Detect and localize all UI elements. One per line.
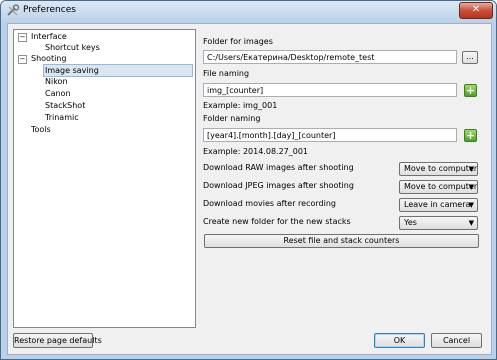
new-folder-stacks-select[interactable]: Yes ▼: [399, 216, 478, 230]
movies-download-label: Download movies after recording: [203, 199, 336, 208]
raw-download-select[interactable]: Move to computer ▼: [399, 162, 478, 176]
chevron-down-icon: ▼: [468, 165, 474, 173]
raw-download-value: Move to computer: [404, 164, 478, 173]
movies-download-select[interactable]: Leave in camera ▼: [399, 198, 478, 212]
tree-item-trinamic[interactable]: Trinamic: [45, 112, 79, 123]
cancel-button[interactable]: Cancel: [431, 333, 482, 348]
add-folder-token-button[interactable]: +: [464, 129, 477, 142]
raw-download-label: Download RAW images after shooting: [203, 163, 354, 172]
preferences-window: Preferences ✕ − Interface Shortcut keys …: [0, 0, 497, 360]
add-icon: +: [465, 84, 476, 97]
folder-label: Folder for images: [203, 37, 273, 46]
new-folder-stacks-label: Create new folder for the new stacks: [203, 217, 351, 226]
tree-item-shortcut-keys[interactable]: Shortcut keys: [45, 42, 100, 53]
chevron-down-icon: ▼: [468, 183, 474, 191]
chevron-down-icon: ▼: [468, 219, 474, 227]
reset-counters-button[interactable]: Reset file and stack counters: [204, 234, 479, 248]
tree-item-tools[interactable]: Tools: [31, 124, 51, 135]
tree-item-canon[interactable]: Canon: [45, 88, 71, 99]
add-file-token-button[interactable]: +: [464, 84, 477, 97]
folder-naming-label: Folder naming: [203, 114, 261, 123]
jpeg-download-select[interactable]: Move to computer ▼: [399, 180, 478, 194]
file-naming-input[interactable]: img_[counter]: [203, 83, 457, 97]
jpeg-download-label: Download JPEG images after shooting: [203, 181, 354, 190]
restore-defaults-button[interactable]: Restore page defaults: [13, 333, 102, 348]
tree-item-nikon[interactable]: Nikon: [45, 76, 68, 87]
movies-download-value: Leave in camera: [404, 200, 471, 209]
jpeg-download-value: Move to computer: [404, 182, 478, 191]
folder-naming-input[interactable]: [year4].[month].[day]_[counter]: [203, 128, 457, 142]
folder-naming-example: Example: 2014.08.27_001: [203, 147, 309, 156]
collapse-icon[interactable]: −: [18, 55, 27, 64]
file-naming-label: File naming: [203, 69, 250, 78]
folder-input[interactable]: C:/Users/Екатерина/Desktop/remote_test: [203, 50, 457, 64]
collapse-icon[interactable]: −: [18, 33, 27, 42]
window-title: Preferences: [23, 5, 76, 15]
browse-button[interactable]: ...: [462, 51, 478, 64]
add-icon: +: [465, 129, 476, 142]
tree-item-interface[interactable]: Interface: [31, 31, 67, 42]
file-naming-example: Example: img_001: [203, 101, 278, 110]
tree-item-stackshot[interactable]: StackShot: [45, 100, 85, 111]
ok-button[interactable]: OK: [374, 333, 425, 348]
category-tree: − Interface Shortcut keys − Shooting Ima…: [13, 29, 196, 328]
preferences-icon: [7, 4, 20, 16]
new-folder-stacks-value: Yes: [404, 218, 417, 227]
chevron-down-icon: ▼: [468, 201, 474, 209]
preferences-body: − Interface Shortcut keys − Shooting Ima…: [7, 23, 492, 355]
close-button[interactable]: ✕: [459, 2, 493, 19]
close-icon: ✕: [471, 4, 481, 15]
title-bar: Preferences ✕: [1, 1, 496, 21]
tree-item-shooting[interactable]: Shooting: [31, 53, 66, 64]
